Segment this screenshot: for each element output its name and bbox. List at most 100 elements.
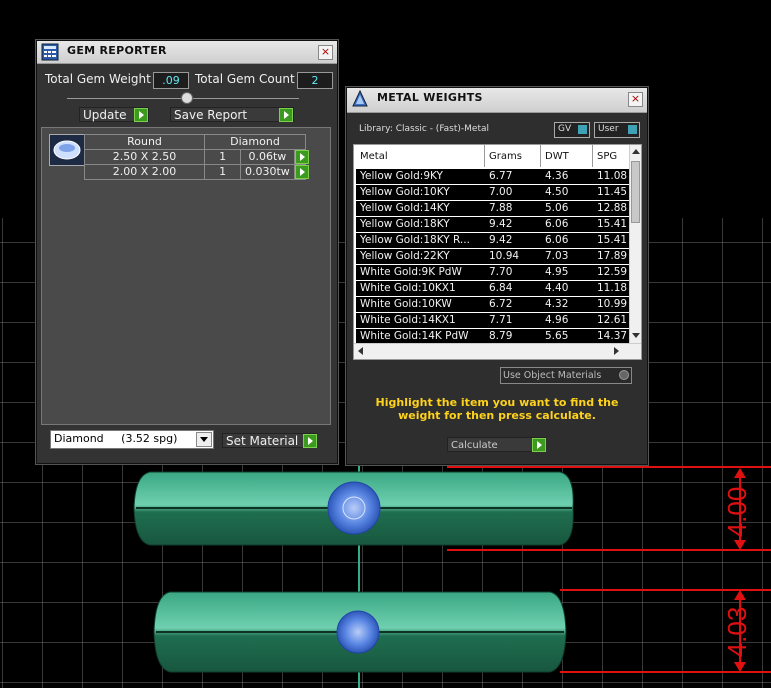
metal-spg-cell: 15.41: [597, 234, 628, 246]
gem-reporter-window: GEM REPORTER × Total Gem Weight .09 Tota…: [36, 40, 338, 464]
gem-size: 2.00 X 2.00: [84, 164, 205, 180]
vertical-scrollbar[interactable]: [629, 145, 641, 343]
round-diamond-icon: [53, 140, 81, 160]
checkbox-indicator: [619, 370, 629, 380]
gem-report-icon: [41, 43, 59, 61]
column-dwt-header[interactable]: DWT: [545, 151, 569, 162]
dimension-bottom-label: 4.03: [722, 607, 752, 658]
divider-slider-handle[interactable]: [181, 92, 193, 104]
metal-row[interactable]: White Gold:14K PdW 8.79 5.65 14.37: [356, 329, 629, 344]
column-metal-header[interactable]: Metal: [360, 151, 388, 162]
metal-metal-cell: Yellow Gold:9KY: [360, 170, 443, 182]
use-object-materials-label: Use Object Materials: [503, 370, 602, 381]
metal-list[interactable]: Metal Grams DWT SPG Yellow Gold:9KY 6.77 4…: [353, 144, 642, 360]
gem-row[interactable]: 2.00 X 2.00 1 0.030tw: [84, 164, 309, 180]
metal-metal-cell: Yellow Gold:18KY: [360, 218, 450, 230]
metal-row[interactable]: Yellow Gold:9KY 6.77 4.36 11.08: [356, 169, 629, 184]
gem-weight: 0.030tw: [240, 164, 295, 180]
metal-spg-cell: 12.88: [597, 202, 628, 214]
gem-row-go-button[interactable]: [293, 164, 309, 180]
gem-row[interactable]: 2.50 X 2.50 1 0.06tw: [84, 149, 309, 165]
metal-grams-cell: 8.79: [489, 330, 513, 342]
horizontal-scrollbar[interactable]: [354, 343, 641, 359]
scroll-down-icon[interactable]: [632, 333, 640, 338]
metal-row[interactable]: White Gold:9K PdW 7.70 4.95 12.59: [356, 265, 629, 280]
metal-weights-close-button[interactable]: ×: [628, 92, 643, 107]
metal-grams-cell: 7.71: [489, 314, 513, 326]
update-go-icon[interactable]: [134, 108, 148, 122]
library-label: Library: Classic - (Fast)-Metal: [359, 124, 490, 134]
metal-grams-cell: 9.42: [489, 218, 513, 230]
dropdown-arrow-icon[interactable]: [196, 432, 212, 447]
metal-weights-titlebar[interactable]: METAL WEIGHTS ×: [347, 88, 647, 113]
scrollbar-thumb[interactable]: [631, 161, 640, 223]
metal-dwt-cell: 4.50: [545, 186, 569, 198]
metal-spg-cell: 11.45: [597, 186, 628, 198]
metal-row[interactable]: Yellow Gold:10KY 7.00 4.50 11.45: [356, 185, 629, 200]
user-toggle[interactable]: User: [594, 122, 640, 138]
metal-list-header: Metal Grams DWT SPG: [354, 145, 630, 167]
arrow-right-icon: [294, 150, 309, 164]
gem-qty: 1: [203, 149, 242, 165]
gv-indicator: [578, 125, 587, 134]
metal-dwt-cell: 6.06: [545, 218, 569, 230]
gem-size: 2.50 X 2.50: [84, 149, 205, 165]
column-spg-header[interactable]: SPG: [597, 151, 617, 162]
total-gem-count-value: 2: [311, 74, 319, 87]
save-report-button[interactable]: Save Report: [170, 107, 294, 122]
gem-list-panel: Round Diamond 2.50 X 2.50 1 0.06tw 2.00 …: [41, 127, 331, 425]
instruction-text: Highlight the item you want to find the …: [375, 396, 619, 422]
total-gem-weight-value: .09: [162, 74, 180, 87]
set-material-go-icon[interactable]: [303, 434, 317, 448]
scroll-right-icon[interactable]: [614, 347, 619, 355]
metal-spg-cell: 11.18: [597, 282, 628, 294]
gem-reporter-title: GEM REPORTER: [67, 44, 167, 57]
metal-spg-cell: 11.08: [597, 170, 628, 182]
gem-top[interactable]: [327, 481, 381, 535]
user-indicator: [628, 125, 637, 134]
metal-row[interactable]: Yellow Gold:18KY R... 9.42 6.06 15.41: [356, 233, 629, 248]
metal-metal-cell: Yellow Gold:18KY R...: [360, 234, 470, 246]
gem-row-go-button[interactable]: [293, 149, 309, 165]
metal-row[interactable]: White Gold:10KX1 6.84 4.40 11.18: [356, 281, 629, 296]
gem-bottom[interactable]: [336, 610, 380, 654]
round-gem-thumbnail: [49, 134, 85, 166]
metal-dwt-cell: 4.95: [545, 266, 569, 278]
metal-grams-cell: 7.70: [489, 266, 513, 278]
metal-grams-cell: 7.00: [489, 186, 513, 198]
metal-metal-cell: Yellow Gold:22KY: [360, 250, 450, 262]
save-report-go-icon[interactable]: [279, 108, 293, 122]
dimension-top-label: 4.00: [722, 487, 752, 538]
metal-row[interactable]: White Gold:14KX1 7.71 4.96 12.61: [356, 313, 629, 328]
metal-row[interactable]: Yellow Gold:22KY 10.94 7.03 17.89: [356, 249, 629, 264]
metal-grams-cell: 6.72: [489, 298, 513, 310]
gem-type-header: Diamond: [204, 134, 306, 150]
gem-reporter-titlebar[interactable]: GEM REPORTER ×: [37, 41, 337, 64]
metal-metal-cell: White Gold:14KX1: [360, 314, 456, 326]
metal-spg-cell: 12.61: [597, 314, 628, 326]
metal-metal-cell: Yellow Gold:14KY: [360, 202, 450, 214]
gv-toggle[interactable]: GV: [554, 122, 590, 138]
metal-weights-window: METAL WEIGHTS × Library: Classic - (Fast…: [346, 87, 648, 465]
metal-spg-cell: 12.59: [597, 266, 628, 278]
column-grams-header[interactable]: Grams: [489, 151, 522, 162]
metal-spg-cell: 15.41: [597, 218, 628, 230]
scroll-up-icon[interactable]: [632, 149, 640, 154]
use-object-materials-checkbox[interactable]: Use Object Materials: [500, 367, 632, 384]
metal-dwt-cell: 4.32: [545, 298, 569, 310]
metal-row[interactable]: White Gold:10KW 6.72 4.32 10.99: [356, 297, 629, 312]
material-select[interactable]: Diamond (3.52 spg): [50, 430, 214, 449]
metal-dwt-cell: 4.36: [545, 170, 569, 182]
scroll-left-icon[interactable]: [358, 347, 363, 355]
metal-grams-cell: 6.77: [489, 170, 513, 182]
metal-grams-cell: 9.42: [489, 234, 513, 246]
metal-row[interactable]: Yellow Gold:18KY 9.42 6.06 15.41: [356, 217, 629, 232]
calculate-go-icon[interactable]: [532, 438, 546, 452]
metal-spg-cell: 14.37: [597, 330, 628, 342]
gem-shape-header: Round: [84, 134, 205, 150]
metal-metal-cell: Yellow Gold:10KY: [360, 186, 450, 198]
gem-reporter-close-button[interactable]: ×: [318, 45, 333, 60]
metal-row[interactable]: Yellow Gold:14KY 7.88 5.06 12.88: [356, 201, 629, 216]
gv-label: GV: [558, 124, 572, 134]
metal-dwt-cell: 4.96: [545, 314, 569, 326]
